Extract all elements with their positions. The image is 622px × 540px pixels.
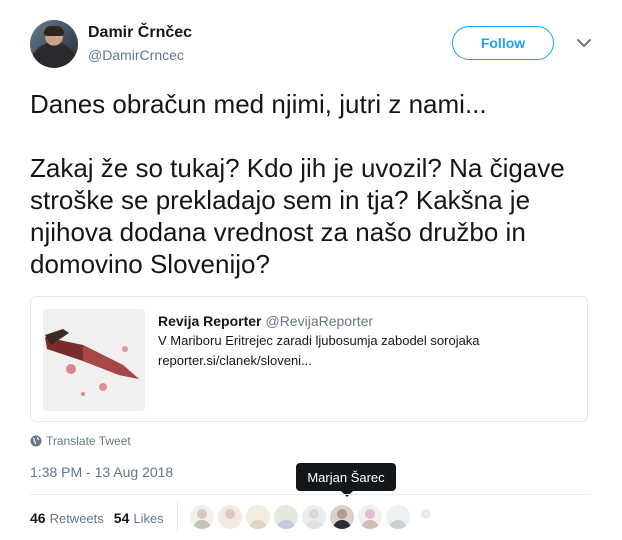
tweet-text: Danes obračun med njimi, jutri z nami...… <box>30 89 565 279</box>
translate-label: Translate Tweet <box>46 434 131 448</box>
quoted-tweet-text: V Mariboru Eritrejec zaradi ljubosumja z… <box>158 333 480 348</box>
quoted-tweet-image <box>43 309 145 411</box>
liker-avatar[interactable] <box>218 505 242 529</box>
tweet-timestamp[interactable]: 1:38 PM - 13 Aug 2018 <box>30 464 173 480</box>
user-tooltip: Marjan Šarec <box>296 463 396 497</box>
liker-avatar[interactable] <box>358 505 382 529</box>
quoted-tweet-link[interactable]: reporter.si/clanek/sloveni... <box>158 353 312 368</box>
stats-separator <box>177 502 178 532</box>
likes-label: Likes <box>133 511 164 526</box>
author-avatar[interactable] <box>30 20 78 68</box>
tweet-stats: 46 Retweets 54 Likes <box>30 510 174 526</box>
likes-count: 54 <box>113 510 130 526</box>
divider <box>30 494 588 495</box>
translate-tweet[interactable]: Translate Tweet <box>30 434 131 448</box>
chevron-down-icon[interactable] <box>575 34 593 52</box>
liker-avatar[interactable] <box>386 505 410 529</box>
retweets-count: 46 <box>30 510 46 526</box>
liker-avatar[interactable] <box>414 505 438 529</box>
avatar-hair <box>44 26 64 36</box>
retweets-label: Retweets <box>49 511 104 526</box>
quoted-author-name: Revija Reporter <box>158 313 262 329</box>
liker-avatars <box>190 505 442 529</box>
tweet-header: Damir Črnčec @DamirCrncec Follow <box>30 20 600 72</box>
liker-avatar[interactable] <box>274 505 298 529</box>
globe-icon <box>30 435 42 447</box>
author-handle[interactable]: @DamirCrncec <box>88 47 184 63</box>
likes-stat[interactable]: 54 Likes <box>114 510 164 526</box>
liker-avatar[interactable] <box>246 505 270 529</box>
quoted-author: Revija Reporter @RevijaReporter <box>158 313 373 329</box>
quoted-tweet[interactable]: Revija Reporter @RevijaReporter V Maribor… <box>30 296 588 422</box>
retweets-stat[interactable]: 46 Retweets <box>30 510 104 526</box>
quoted-author-handle: @RevijaReporter <box>265 313 374 329</box>
liker-avatar[interactable] <box>190 505 214 529</box>
knife-blood-image <box>43 309 145 411</box>
liker-avatar[interactable] <box>302 505 326 529</box>
follow-button[interactable]: Follow <box>452 26 554 60</box>
liker-avatar-marjan-sarec[interactable] <box>330 505 354 529</box>
author-name[interactable]: Damir Črnčec <box>88 24 192 42</box>
